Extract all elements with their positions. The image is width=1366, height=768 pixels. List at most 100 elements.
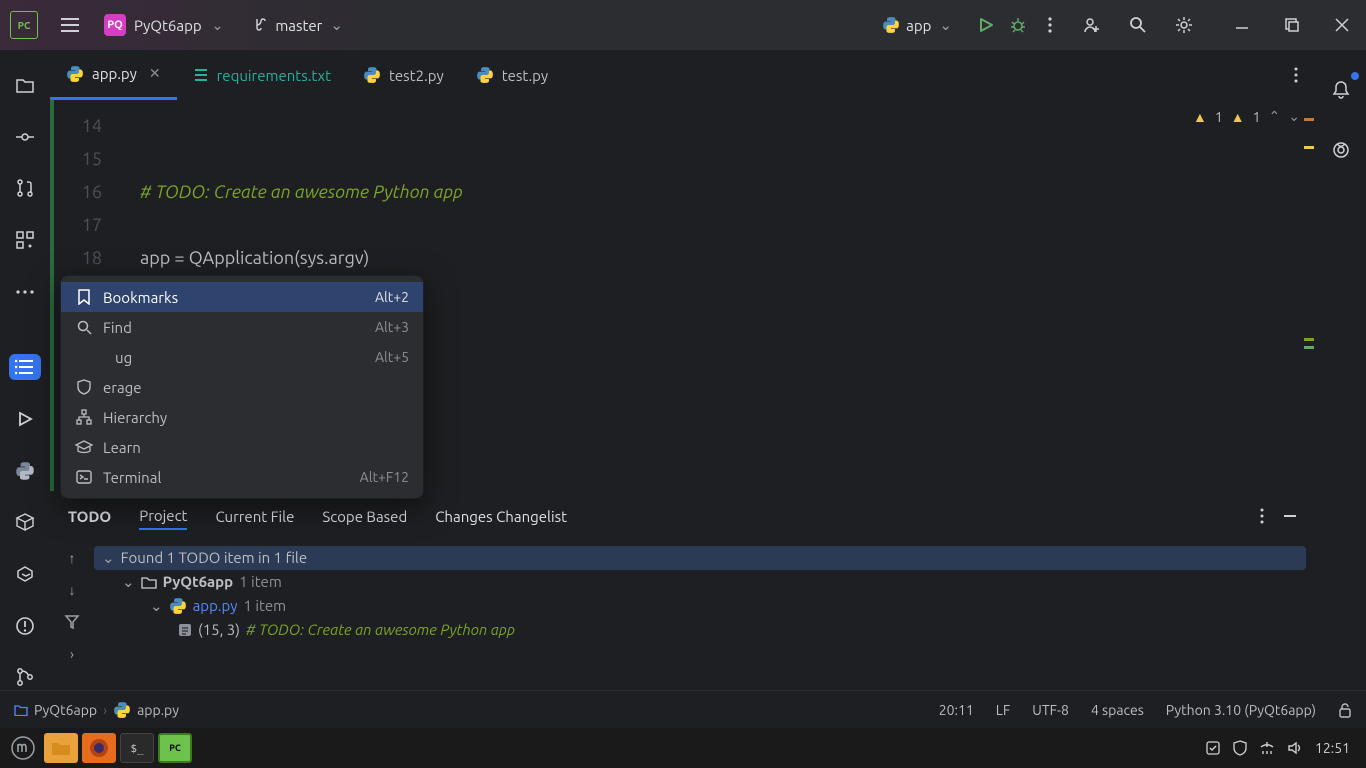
pycharm-logo-icon: PC	[10, 11, 38, 39]
popup-item-terminal[interactable]: Terminal Alt+F12	[61, 462, 423, 492]
tab-app-py[interactable]: app.py ✕	[50, 50, 177, 100]
chevron-down-icon: ⌄	[212, 17, 224, 34]
arrow-up-icon[interactable]: ↑	[69, 550, 76, 566]
error-stripe[interactable]	[1302, 100, 1316, 491]
tab-label: requirements.txt	[217, 67, 331, 84]
problems-tool-icon[interactable]	[9, 613, 41, 639]
todo-tab-current[interactable]: Current File	[215, 504, 294, 529]
python-icon	[476, 66, 494, 84]
hamburger-menu-icon[interactable]	[56, 11, 84, 39]
popup-item-learn[interactable]: Learn	[61, 432, 423, 462]
tool-options-icon[interactable]	[1260, 508, 1264, 524]
todo-summary-row[interactable]: ⌄ Found 1 TODO item in 1 file	[94, 546, 1306, 570]
todo-tab-changes[interactable]: Changes Changelist	[435, 504, 567, 529]
title-bar: PC PQ PyQt6app ⌄ master ⌄ app ⌄	[0, 0, 1366, 50]
commit-tool-icon[interactable]	[9, 124, 41, 150]
prev-highlight-icon[interactable]: ⌃	[1269, 108, 1281, 125]
tray-volume-icon[interactable]	[1287, 741, 1303, 755]
todo-tool-icon[interactable]	[9, 354, 41, 380]
minimize-button[interactable]	[1228, 11, 1256, 39]
ai-assistant-icon[interactable]	[1325, 134, 1357, 166]
lock-icon[interactable]	[1338, 702, 1352, 718]
tab-test[interactable]: test.py	[460, 50, 564, 100]
pull-requests-icon[interactable]	[9, 175, 41, 201]
inspections-widget[interactable]: ▲1 ▲1 ⌃ ⌄	[1193, 108, 1300, 125]
run-button[interactable]	[972, 11, 1000, 39]
hide-tool-icon[interactable]	[1282, 508, 1298, 524]
warning-icon: ▲	[1193, 109, 1207, 125]
more-actions-icon[interactable]	[1036, 11, 1064, 39]
bookmark-icon	[75, 289, 93, 305]
popup-item-hierarchy[interactable]: Hierarchy	[61, 402, 423, 432]
tab-test2[interactable]: test2.py	[347, 50, 460, 100]
close-icon[interactable]: ✕	[149, 65, 161, 82]
popup-item-debug[interactable]: ug Alt+5	[61, 342, 423, 372]
popup-item-coverage[interactable]: erage	[61, 372, 423, 402]
tab-requirements[interactable]: requirements.txt	[177, 50, 347, 100]
todo-file-row[interactable]: ⌄ app.py 1 item	[94, 594, 1306, 618]
navigation-bar: PyQt6app › app.py 20:11 LF UTF-8 4 space…	[0, 690, 1366, 728]
tab-label: test.py	[502, 67, 548, 84]
tray-clock[interactable]: 12:51	[1315, 740, 1350, 756]
cursor-position[interactable]: 20:11	[939, 702, 974, 718]
tray-shield-icon[interactable]	[1233, 740, 1247, 756]
arrow-down-icon[interactable]: ↓	[69, 582, 76, 598]
python-console-icon[interactable]	[9, 458, 41, 484]
tabs-more-icon[interactable]	[1276, 50, 1316, 100]
project-tool-icon[interactable]	[9, 72, 41, 98]
search-icon	[75, 320, 93, 335]
breadcrumb[interactable]: PyQt6app	[14, 702, 97, 718]
breadcrumb[interactable]: app.py	[113, 701, 179, 719]
project-badge-icon: PQ	[104, 14, 126, 36]
indent-setting[interactable]: 4 spaces	[1091, 702, 1144, 718]
next-highlight-icon[interactable]: ⌄	[1288, 108, 1300, 125]
run-config-selector[interactable]: app ⌄	[874, 12, 960, 38]
shield-icon	[75, 379, 93, 395]
tray-network-icon[interactable]	[1259, 741, 1275, 755]
notifications-icon[interactable]	[1325, 74, 1357, 106]
learn-icon	[75, 440, 93, 454]
run-tool-icon[interactable]	[9, 406, 41, 432]
todo-tab-scope[interactable]: Scope Based	[322, 504, 407, 529]
mint-menu-icon[interactable]	[6, 733, 40, 763]
search-everywhere-icon[interactable]	[1124, 11, 1152, 39]
os-taskbar: $_ PC 12:51	[0, 728, 1366, 768]
todo-item-row[interactable]: (15, 3) # TODO: Create an awesome Python…	[94, 618, 1306, 642]
filter-icon[interactable]	[64, 614, 80, 630]
git-branch-selector[interactable]: master ⌄	[245, 12, 351, 38]
todo-tab-project[interactable]: Project	[139, 503, 187, 530]
python-icon	[363, 66, 381, 84]
file-encoding[interactable]: UTF-8	[1032, 702, 1069, 718]
more-tools-icon[interactable]	[9, 279, 41, 305]
taskbar-firefox-icon[interactable]	[82, 733, 116, 763]
todo-tree[interactable]: ⌄ Found 1 TODO item in 1 file ⌄ PyQt6app…	[94, 540, 1316, 690]
taskbar-terminal-icon[interactable]: $_	[120, 733, 154, 763]
project-selector[interactable]: PQ PyQt6app ⌄	[96, 10, 231, 40]
maximize-button[interactable]	[1278, 11, 1306, 39]
taskbar-pycharm-icon[interactable]: PC	[158, 733, 192, 763]
debug-button[interactable]	[1004, 11, 1032, 39]
taskbar-files-icon[interactable]	[44, 733, 78, 763]
todo-tool-window: TODO Project Current File Scope Based Ch…	[50, 491, 1316, 690]
todo-project-row[interactable]: ⌄ PyQt6app 1 item	[94, 570, 1306, 594]
todo-title: TODO	[68, 504, 111, 529]
python-icon	[66, 65, 84, 83]
python-packages-icon[interactable]	[9, 509, 41, 535]
tray-updates-icon[interactable]	[1205, 740, 1221, 756]
left-tool-strip	[0, 50, 50, 690]
structure-tool-icon[interactable]	[9, 227, 41, 253]
settings-icon[interactable]	[1170, 11, 1198, 39]
tool-window-popup[interactable]: Bookmarks Alt+2 Find Alt+3 ug Alt+5 erag…	[60, 275, 424, 499]
code-with-me-icon[interactable]	[1078, 11, 1106, 39]
python-interpreter[interactable]: Python 3.10 (PyQt6app)	[1166, 702, 1316, 718]
popup-item-find[interactable]: Find Alt+3	[61, 312, 423, 342]
terminal-icon	[75, 470, 93, 484]
line-ending[interactable]: LF	[996, 702, 1011, 718]
version-control-icon[interactable]	[9, 664, 41, 690]
popup-item-bookmarks[interactable]: Bookmarks Alt+2	[61, 282, 423, 312]
run-config-name: app	[906, 17, 931, 34]
services-tool-icon[interactable]	[9, 561, 41, 587]
folder-icon	[14, 704, 28, 716]
expand-icon[interactable]: ›	[70, 646, 74, 662]
close-button[interactable]	[1328, 11, 1356, 39]
